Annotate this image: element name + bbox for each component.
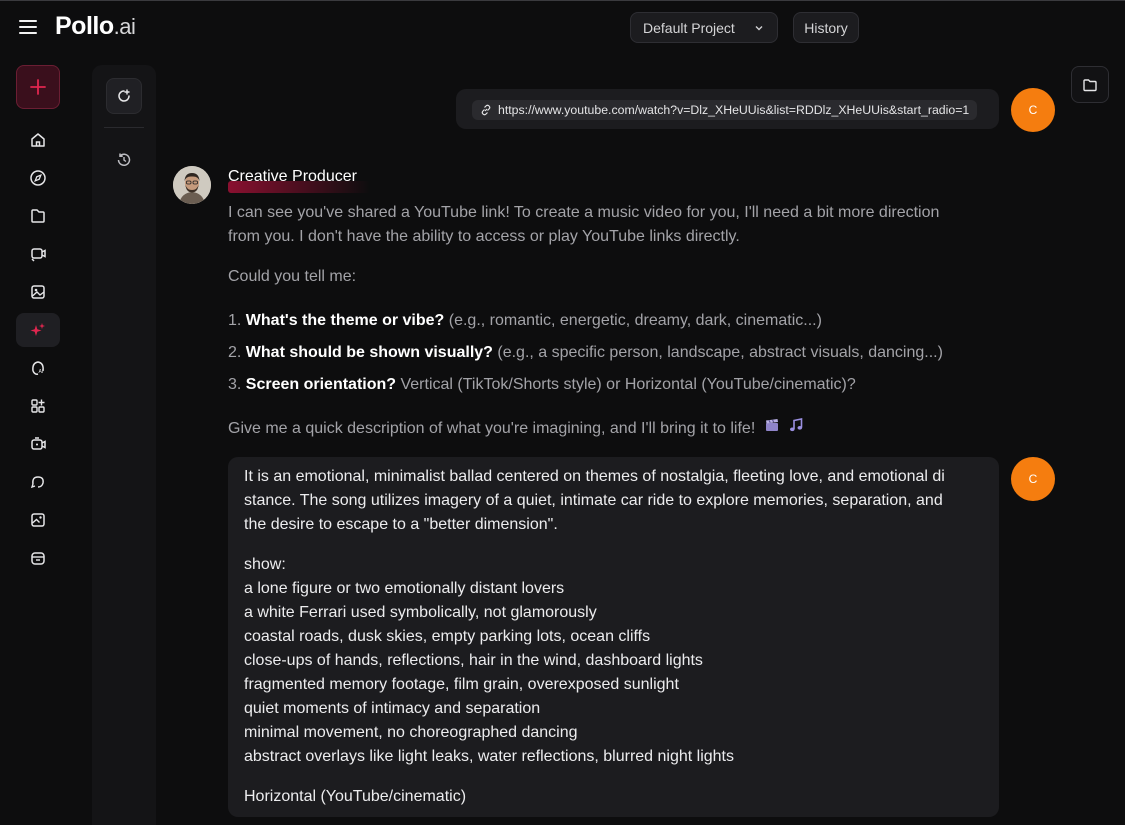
compass-icon [30,170,46,186]
gallery-icon [31,513,45,527]
message-line: a white Ferrari used symbolically, not g… [244,604,597,621]
nav-apps[interactable] [16,389,60,423]
list-item: 1. What's the theme or vibe? (e.g., roma… [228,312,822,329]
avatar: C [1011,88,1055,132]
new-chat-button[interactable] [16,65,60,109]
bot-closing: Give me a quick description of what you'… [228,417,804,441]
user-message: It is an emotional, minimalist ballad ce… [228,457,999,817]
avatar: C [1011,457,1055,501]
list-item: 3. Screen orientation? Vertical (TikTok/… [228,376,856,393]
message-line: It is an emotional, minimalist ballad ce… [244,468,945,485]
nav-store[interactable] [16,541,60,575]
link-chip[interactable]: https://www.youtube.com/watch?v=Dlz_XHeU… [472,100,978,120]
ai-video-icon [31,437,46,450]
video-icon [31,248,46,262]
bot-question: Could you tell me: [228,268,357,285]
user-message-link: https://www.youtube.com/watch?v=Dlz_XHeU… [456,89,999,129]
plus-icon [30,79,46,95]
history-icon[interactable] [114,150,134,170]
sparkle-icon [30,323,45,336]
bot-avatar [173,166,211,204]
project-select-label: Default Project [643,19,735,36]
ai-avatar-icon: AI [32,361,44,375]
clapperboard-icon [764,417,780,441]
svg-text:AI: AI [39,369,44,375]
new-session-button[interactable] [106,78,142,114]
nav-speech[interactable] [16,465,60,499]
top-border [0,0,1125,1]
message-line: a lone figure or two emotionally distant… [244,580,565,597]
bot-name: Creative Producer [228,168,357,185]
nav-video[interactable] [16,237,60,271]
folder-icon [1083,78,1097,91]
music-note-icon [788,417,804,441]
link-url: https://www.youtube.com/watch?v=Dlz_XHeU… [498,103,970,117]
message-line: abstract overlays like light leaks, wate… [244,748,734,765]
message-line: show: [244,556,286,573]
nav-creative-agent[interactable] [16,313,60,347]
chevron-down-icon [753,21,765,37]
nav-explore[interactable] [16,161,60,195]
project-select[interactable]: Default Project [630,12,778,43]
divider [104,127,144,128]
list-item: 2. What should be shown visually? (e.g.,… [228,344,943,361]
message-line: Horizontal (YouTube/cinematic) [244,788,467,805]
logo[interactable]: Pollo.ai [55,12,136,41]
nav-ai-video[interactable] [16,427,60,461]
folder-button[interactable] [1071,66,1109,103]
bot-intro-line: from you. I don't have the ability to ac… [228,228,740,245]
message-line: fragmented memory footage, film grain, o… [244,676,679,693]
file-icon [31,209,45,223]
message-line: the desire to escape to a "better dimens… [244,516,558,533]
nav-image[interactable] [16,275,60,309]
nav-home[interactable] [16,123,60,157]
nav-ai-avatar[interactable]: AI [16,351,60,385]
new-chat-icon [118,89,130,102]
message-line: coastal roads, dusk skies, empty parking… [244,628,651,645]
link-icon [481,104,491,116]
apps-icon [31,399,45,413]
chat-session-panel [92,65,156,825]
store-icon [31,552,45,565]
nav-files[interactable] [16,199,60,233]
nav-gallery[interactable] [16,503,60,537]
home-icon [31,133,45,147]
image-icon [31,285,45,299]
speech-icon [30,476,44,489]
message-line: quiet moments of intimacy and separation [244,700,541,717]
message-line: minimal movement, no choreographed danci… [244,724,578,741]
message-line: stance. The song utilizes imagery of a q… [244,492,943,509]
bot-intro-line: I can see you've shared a YouTube link! … [228,204,940,221]
menu-icon[interactable] [19,20,37,34]
history-button[interactable]: History [793,12,859,43]
message-line: close-ups of hands, reflections, hair in… [244,652,703,669]
